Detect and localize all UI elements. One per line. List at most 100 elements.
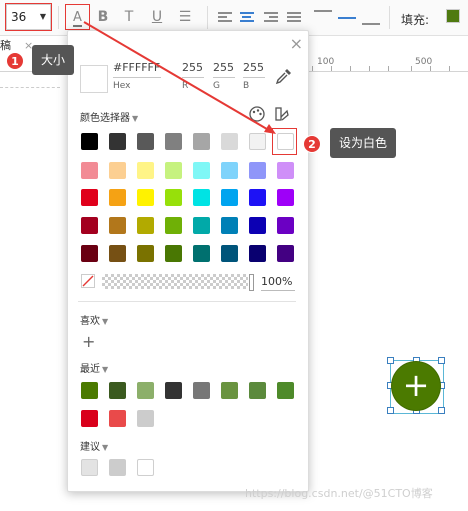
fill-label: 填充:	[401, 13, 430, 27]
color-swatch[interactable]	[81, 382, 98, 399]
color-swatch[interactable]	[81, 189, 98, 206]
color-swatch[interactable]	[137, 245, 154, 262]
color-swatch[interactable]	[249, 217, 266, 234]
no-color-icon[interactable]	[81, 274, 95, 288]
color-swatch[interactable]	[277, 382, 294, 399]
valign-middle-icon[interactable]	[338, 8, 356, 30]
color-swatch[interactable]	[165, 382, 182, 399]
g-input[interactable]: 255	[213, 61, 235, 78]
color-swatch[interactable]	[277, 189, 294, 206]
hex-label: Hex	[113, 81, 131, 91]
color-swatch[interactable]	[249, 133, 266, 150]
resize-handle[interactable]	[387, 357, 394, 364]
color-swatch[interactable]	[81, 162, 98, 179]
favorites-label[interactable]: 喜欢 ▼	[80, 312, 108, 327]
color-swatch[interactable]	[109, 410, 126, 427]
list-icon[interactable]: ☰	[174, 6, 196, 28]
color-swatch[interactable]	[137, 162, 154, 179]
color-swatch[interactable]	[81, 459, 98, 476]
color-picker-panel: × #FFFFFF Hex 255 R 255 G 255 B 颜色选择器 ▼ 1…	[67, 30, 309, 492]
color-swatch[interactable]	[137, 217, 154, 234]
resize-handle[interactable]	[387, 407, 394, 414]
color-swatch[interactable]	[277, 217, 294, 234]
color-swatch[interactable]	[221, 189, 238, 206]
color-swatch[interactable]	[193, 162, 210, 179]
align-center-icon[interactable]	[240, 10, 256, 32]
font-color-icon[interactable]: A	[65, 4, 90, 30]
color-swatch[interactable]	[165, 133, 182, 150]
color-swatch[interactable]	[109, 189, 126, 206]
color-swatch[interactable]	[277, 245, 294, 262]
color-swatch[interactable]	[249, 189, 266, 206]
color-swatch[interactable]	[109, 245, 126, 262]
color-swatch[interactable]	[277, 162, 294, 179]
color-swatch[interactable]	[137, 410, 154, 427]
color-swatch[interactable]	[137, 133, 154, 150]
highlight-box	[272, 128, 297, 155]
b-input[interactable]: 255	[243, 61, 265, 78]
color-swatch[interactable]	[137, 382, 154, 399]
color-swatch[interactable]	[165, 189, 182, 206]
color-swatch[interactable]	[165, 217, 182, 234]
valign-top-icon[interactable]	[314, 8, 332, 30]
color-swatch[interactable]	[81, 410, 98, 427]
underline-icon[interactable]: U	[146, 6, 168, 28]
color-swatch[interactable]	[109, 162, 126, 179]
align-right-icon[interactable]	[264, 10, 280, 32]
suggest-label[interactable]: 建议 ▼	[80, 438, 108, 453]
color-swatch[interactable]	[221, 133, 238, 150]
color-swatch[interactable]	[249, 162, 266, 179]
opacity-input[interactable]: 100%	[261, 275, 295, 291]
color-swatch[interactable]	[221, 382, 238, 399]
hex-input[interactable]: #FFFFFF	[113, 61, 161, 78]
eyedropper-icon[interactable]	[275, 67, 293, 85]
color-selector-label[interactable]: 颜色选择器 ▼	[80, 109, 138, 124]
align-left-icon[interactable]	[218, 10, 234, 32]
r-field[interactable]: 255 R	[182, 61, 204, 91]
resize-handle[interactable]	[438, 357, 445, 364]
b-label: B	[243, 81, 250, 91]
add-favorite-icon[interactable]: +	[82, 332, 95, 351]
bold-icon[interactable]: B	[92, 6, 114, 28]
font-size-select[interactable]: 36 ▼	[5, 3, 52, 31]
color-swatch[interactable]	[249, 382, 266, 399]
plus-circle-node[interactable]: +	[392, 362, 440, 410]
recent-label[interactable]: 最近 ▼	[80, 360, 108, 375]
color-swatch[interactable]	[193, 245, 210, 262]
color-swatch[interactable]	[109, 459, 126, 476]
color-swatch[interactable]	[193, 133, 210, 150]
color-swatch[interactable]	[221, 162, 238, 179]
resize-handle[interactable]	[438, 407, 445, 414]
callout-tooltip: 大小	[32, 45, 75, 75]
color-swatch[interactable]	[109, 133, 126, 150]
color-swatch[interactable]	[193, 189, 210, 206]
fill-color-swatch[interactable]	[446, 9, 460, 23]
valign-bottom-icon[interactable]	[362, 8, 380, 30]
swatch-book-icon[interactable]	[273, 105, 291, 123]
color-swatch[interactable]	[193, 382, 210, 399]
strike-icon[interactable]: T	[118, 6, 140, 28]
palette-icon[interactable]	[248, 105, 266, 123]
opacity-slider[interactable]	[102, 274, 248, 289]
color-swatch[interactable]	[81, 217, 98, 234]
hex-field[interactable]: #FFFFFF Hex	[113, 61, 161, 91]
color-swatch[interactable]	[109, 217, 126, 234]
r-input[interactable]: 255	[182, 61, 204, 78]
color-swatch[interactable]	[81, 245, 98, 262]
color-swatch[interactable]	[137, 189, 154, 206]
opacity-slider-handle[interactable]	[249, 274, 254, 291]
align-justify-icon[interactable]	[287, 10, 303, 32]
chevron-down-icon: ▼	[39, 12, 46, 21]
color-swatch[interactable]	[137, 459, 154, 476]
color-swatch[interactable]	[249, 245, 266, 262]
color-swatch[interactable]	[165, 245, 182, 262]
b-field[interactable]: 255 B	[243, 61, 265, 91]
color-swatch[interactable]	[221, 245, 238, 262]
g-field[interactable]: 255 G	[213, 61, 235, 91]
color-swatch[interactable]	[221, 217, 238, 234]
color-swatch[interactable]	[193, 217, 210, 234]
color-swatch[interactable]	[165, 162, 182, 179]
close-icon[interactable]: ×	[290, 34, 303, 53]
color-swatch[interactable]	[81, 133, 98, 150]
color-swatch[interactable]	[109, 382, 126, 399]
